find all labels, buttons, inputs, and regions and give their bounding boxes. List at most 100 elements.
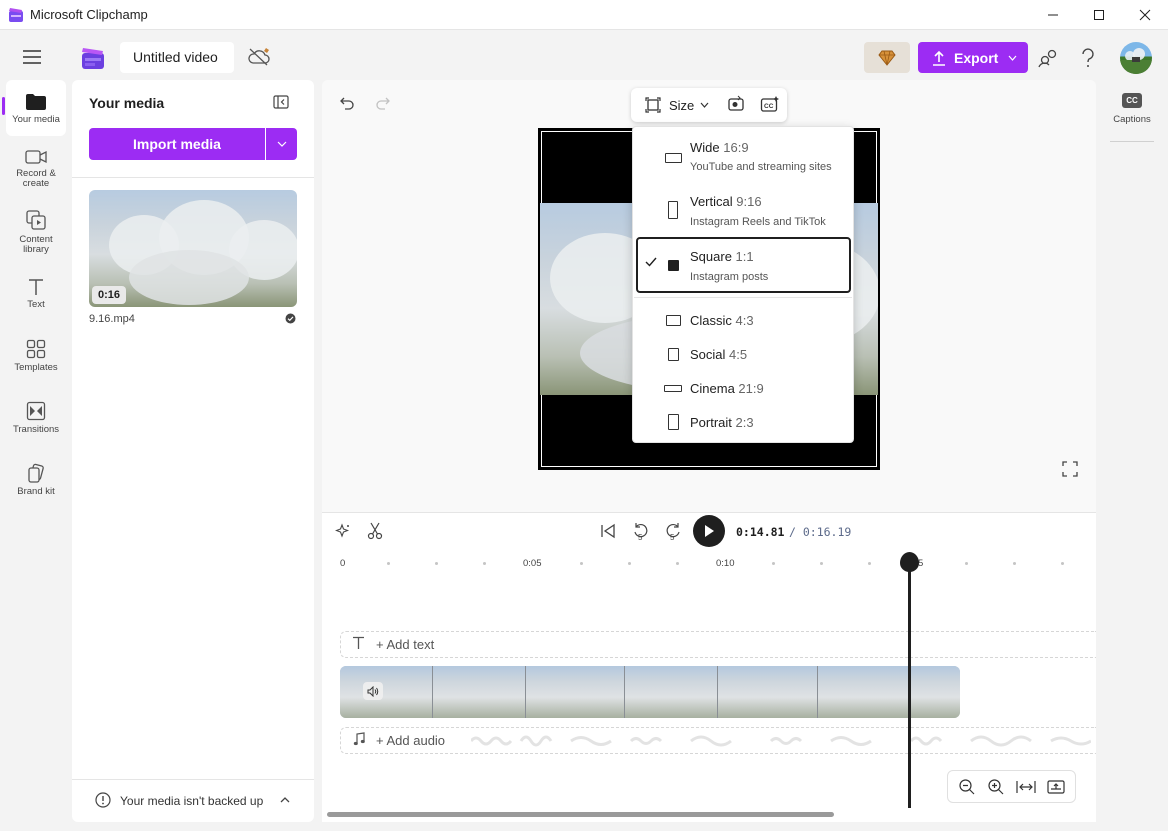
zoom-in-icon[interactable] <box>987 778 1005 796</box>
audio-track[interactable] <box>340 727 1096 754</box>
sidebar-item-label: Transitions <box>12 424 60 435</box>
text-icon <box>352 636 365 650</box>
fullscreen-icon[interactable] <box>1062 461 1078 477</box>
size-option-vertical[interactable]: Vertical 9:16 Instagram Reels and TikTok <box>633 183 855 237</box>
avatar[interactable] <box>1120 42 1152 74</box>
sidebar-item-text[interactable]: Text <box>6 278 66 314</box>
size-option-name: Vertical 9:16 <box>690 194 762 209</box>
svg-text:CC: CC <box>764 103 774 110</box>
timeline-settings-icon[interactable] <box>1047 779 1065 795</box>
ruler-dot <box>628 562 631 565</box>
horizontal-scrollbar[interactable] <box>327 812 834 817</box>
ruler-dot <box>1061 562 1064 565</box>
clipchamp-app-icon <box>80 45 106 71</box>
premium-button[interactable] <box>864 42 910 73</box>
sidebar-item-content-library[interactable]: Content library <box>6 209 66 257</box>
ruler-dot <box>772 562 775 565</box>
speaker-icon[interactable] <box>363 682 383 700</box>
zoom-controls <box>947 770 1076 803</box>
divider <box>72 779 314 780</box>
redo-icon[interactable] <box>375 95 391 111</box>
sidebar-item-label: Text <box>27 299 45 310</box>
sidebar-item-label: Record & create <box>16 168 56 189</box>
brand-kit-icon <box>26 463 46 483</box>
sidebar-item-transitions[interactable]: Transitions <box>6 401 66 439</box>
total-duration: / 0:16.19 <box>789 525 852 539</box>
captions-icon: CC <box>1122 93 1142 108</box>
auto-captions-icon[interactable]: CC <box>760 95 780 113</box>
undo-icon[interactable] <box>339 95 355 111</box>
backup-notice[interactable]: Your media isn't backed up <box>120 794 263 808</box>
checkmark-circle-icon <box>285 313 296 324</box>
divider <box>1110 141 1154 142</box>
square-shape-icon <box>668 260 679 271</box>
wide-shape-icon <box>665 153 682 163</box>
sidebar-item-record-create[interactable]: Record & create <box>6 149 66 195</box>
active-indicator <box>2 97 5 115</box>
minimize-button[interactable] <box>1030 0 1076 30</box>
hamburger-menu-icon[interactable] <box>22 49 42 65</box>
sidebar-item-brand-kit[interactable]: Brand kit <box>6 463 66 501</box>
collapse-panel-icon[interactable] <box>273 95 289 109</box>
share-people-icon[interactable] <box>1037 48 1059 68</box>
sidebar-item-label: Your media <box>12 114 60 125</box>
import-options-button[interactable] <box>266 128 297 160</box>
background-fill-icon[interactable] <box>727 95 745 113</box>
portrait-shape-icon <box>668 414 679 430</box>
window-title: Microsoft Clipchamp <box>30 7 148 22</box>
vertical-shape-icon <box>668 201 678 219</box>
zoom-out-icon[interactable] <box>958 778 976 796</box>
export-label: Export <box>954 49 999 66</box>
size-option-name: Square 1:1 <box>690 249 754 264</box>
fit-to-width-icon[interactable] <box>1016 780 1036 794</box>
captions-button[interactable]: CC Captions <box>1108 90 1156 134</box>
ruler-dot <box>483 562 486 565</box>
audio-waveform-placeholder <box>471 735 1091 747</box>
cloud-offline-icon[interactable] <box>247 47 271 67</box>
chevron-down-icon[interactable] <box>700 102 709 108</box>
size-option-cinema[interactable]: Cinema 21:9 <box>633 371 855 405</box>
help-icon[interactable] <box>1080 48 1096 68</box>
sidebar-item-label: Content library <box>19 234 53 255</box>
size-option-name: Portrait 2:3 <box>690 415 754 430</box>
scissors-icon[interactable] <box>367 522 383 540</box>
info-icon <box>95 792 111 808</box>
size-option-social[interactable]: Social 4:5 <box>633 337 855 371</box>
playhead-handle[interactable] <box>900 552 919 572</box>
ruler-dot <box>820 562 823 565</box>
title-bar <box>0 0 1168 30</box>
aspect-ratio-icon[interactable] <box>645 97 661 113</box>
close-button[interactable] <box>1122 0 1168 30</box>
sidebar-item-your-media[interactable]: Your media <box>6 80 66 136</box>
size-option-classic[interactable]: Classic 4:3 <box>633 303 855 337</box>
add-text-button[interactable]: + Add text <box>376 637 434 652</box>
text-track[interactable] <box>340 631 1096 658</box>
menu-divider <box>634 297 852 298</box>
magic-sparkle-icon[interactable] <box>335 523 351 539</box>
playhead[interactable] <box>908 560 911 808</box>
add-audio-button[interactable]: + Add audio <box>376 733 445 748</box>
size-option-wide[interactable]: Wide 16:9 YouTube and streaming sites <box>633 127 855 183</box>
media-panel-title: Your media <box>89 95 165 111</box>
skip-to-start-icon[interactable] <box>600 523 616 539</box>
ruler-dot <box>868 562 871 565</box>
sidebar-item-templates[interactable]: Templates <box>6 339 66 377</box>
current-time: 0:14.81 <box>736 525 785 539</box>
chevron-up-icon[interactable] <box>280 796 290 803</box>
size-button[interactable]: Size <box>669 98 694 113</box>
size-option-name: Classic 4:3 <box>690 313 754 328</box>
ruler-tick-label: 0:05 <box>523 558 542 569</box>
cinema-shape-icon <box>664 385 682 392</box>
size-option-portrait[interactable]: Portrait 2:3 <box>633 405 855 439</box>
play-button[interactable] <box>693 515 725 547</box>
project-title-input[interactable]: Untitled video <box>120 42 234 73</box>
import-media-button[interactable]: Import media <box>89 128 265 160</box>
play-icon <box>703 524 715 538</box>
size-option-square[interactable]: Square 1:1 Instagram posts <box>633 237 855 293</box>
maximize-button[interactable] <box>1076 0 1122 30</box>
rewind-5-icon[interactable]: 5 <box>632 521 650 541</box>
size-option-desc: Instagram Reels and TikTok <box>690 216 826 228</box>
export-button[interactable]: Export <box>918 42 1028 73</box>
video-clip[interactable] <box>340 666 960 718</box>
forward-5-icon[interactable]: 5 <box>664 521 682 541</box>
